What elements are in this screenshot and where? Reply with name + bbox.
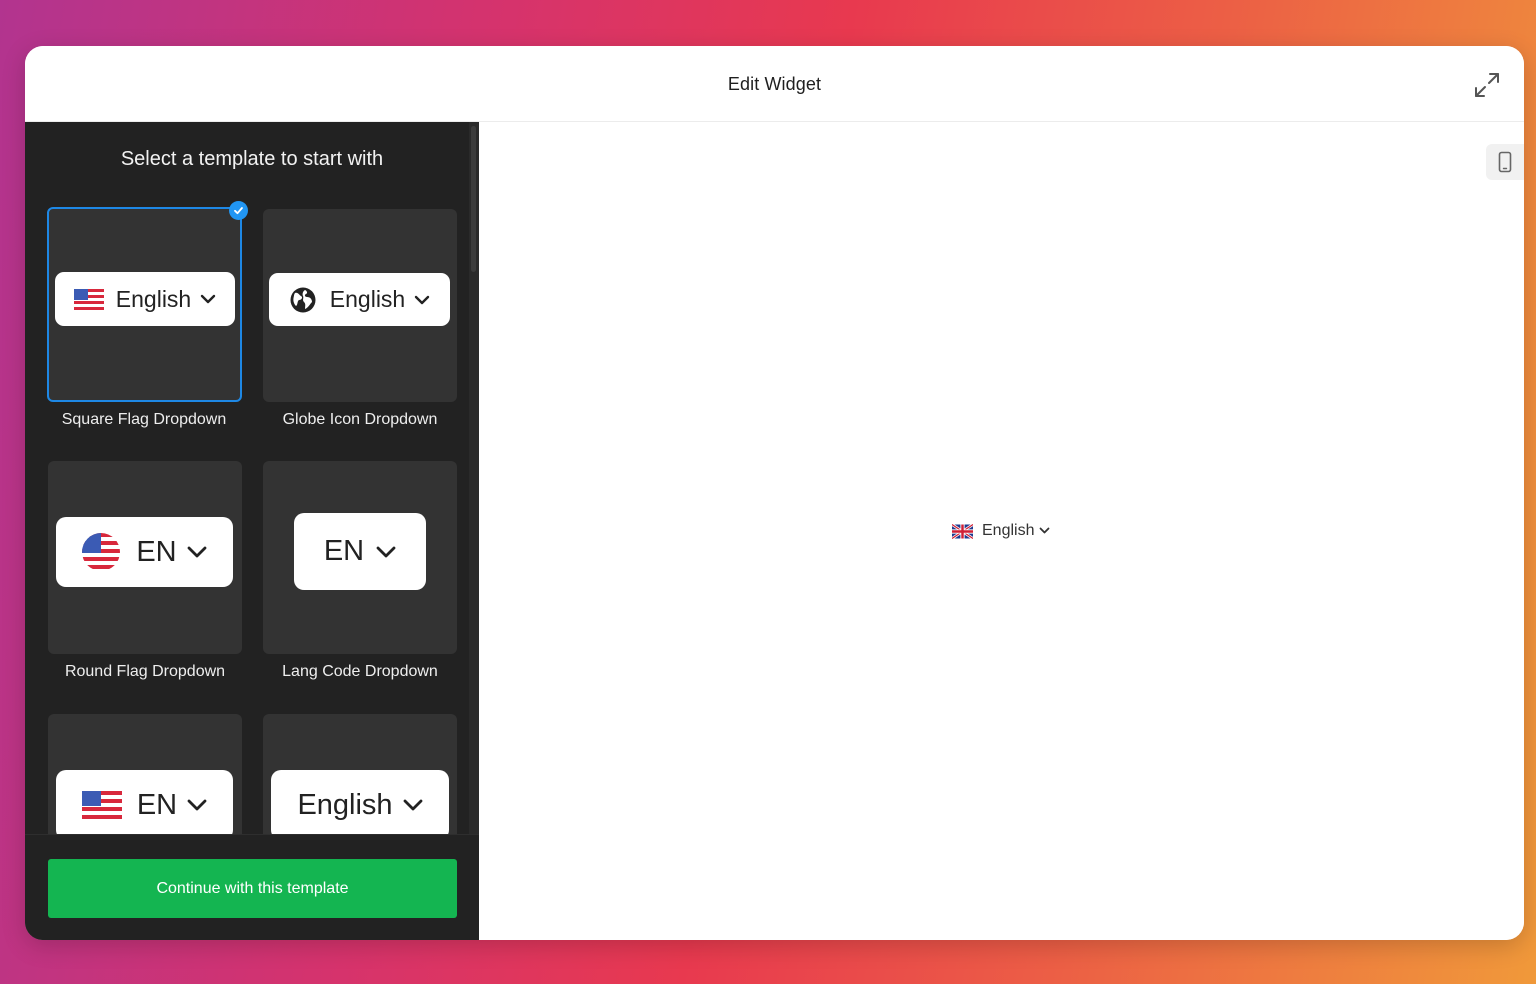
mobile-device-icon (1498, 151, 1512, 173)
template-card-round-flag[interactable]: EN (48, 461, 242, 654)
sidebar-heading: Select a template to start with (120, 148, 384, 170)
device-toggle-button[interactable] (1486, 144, 1524, 180)
template-sidebar: Select a template to start with English (25, 122, 479, 940)
globe-icon (290, 287, 316, 312)
template-preview-text: EN (323, 535, 365, 567)
expand-button[interactable] (1472, 70, 1502, 100)
us-flag-square-icon (73, 288, 104, 310)
template-preview-button: EN (294, 513, 426, 590)
us-flag-square-icon (81, 791, 122, 819)
chevron-down-icon (201, 294, 216, 304)
template-label: Globe Icon Dropdown (282, 411, 438, 428)
template-preview-text: English (329, 286, 406, 312)
chevron-down-icon (1040, 527, 1050, 534)
sidebar-footer: Continue with this template (25, 834, 479, 940)
template-label: Lang Code Dropdown (282, 663, 438, 680)
modal-title: Edit Widget (727, 74, 822, 94)
template-preview-button: English (269, 273, 450, 326)
template-list[interactable]: Select a template to start with English (25, 122, 479, 834)
template-card-text-only[interactable]: English (263, 714, 457, 834)
widget-preview-area: English (479, 122, 1524, 940)
template-preview-text: English (115, 285, 192, 312)
template-preview-button: English (55, 272, 235, 326)
template-preview-text: EN (136, 788, 178, 821)
chevron-down-icon (403, 799, 422, 811)
template-preview-button: EN (56, 517, 233, 587)
chevron-down-icon (376, 546, 396, 557)
scrollbar-thumb[interactable] (471, 126, 476, 272)
sidebar-scrollbar[interactable] (469, 122, 479, 834)
template-card-lang-code[interactable]: EN (263, 461, 457, 654)
edit-widget-modal: Edit Widget Select a template to start w… (25, 46, 1524, 940)
template-card-globe-icon[interactable]: English (263, 209, 457, 402)
template-card-square-flag[interactable]: English (47, 207, 242, 402)
template-label: Square Flag Dropdown (61, 411, 227, 428)
language-switcher-preview[interactable]: English (952, 520, 1050, 542)
chevron-down-icon (187, 799, 207, 811)
preview-language-text: English (982, 522, 1035, 539)
template-preview-button: English (271, 770, 449, 834)
template-preview-text: EN (136, 535, 177, 568)
template-preview-text: English (297, 788, 393, 821)
chevron-down-icon (187, 546, 207, 558)
template-label: Round Flag Dropdown (64, 663, 226, 680)
chevron-down-icon (415, 295, 430, 304)
continue-button[interactable]: Continue with this template (48, 859, 457, 918)
template-preview-button: EN (56, 770, 233, 834)
modal-header: Edit Widget (25, 46, 1524, 122)
template-card-square-flag-code[interactable]: EN (48, 714, 242, 834)
uk-flag-icon (952, 523, 973, 539)
expand-arrows-icon (1475, 73, 1499, 97)
us-flag-round-icon (82, 533, 121, 571)
selected-check-icon (229, 201, 248, 220)
